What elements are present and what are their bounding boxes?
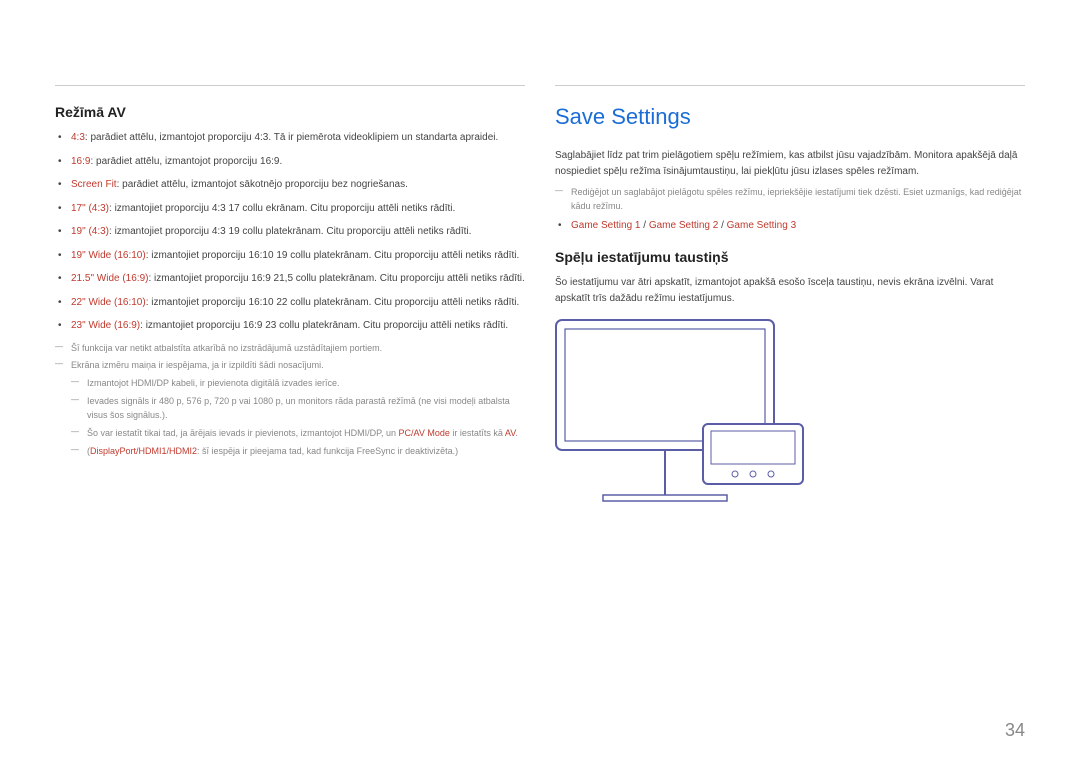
list-item: 17" (4:3): izmantojiet proporciju 4:3 17… — [55, 201, 525, 217]
list-item: 22" Wide (16:10): izmantojiet proporciju… — [55, 295, 525, 311]
item-label: 16:9 — [71, 156, 90, 167]
game-key-heading: Spēļu iestatījumu taustiņš — [555, 249, 1025, 265]
item-label: 21.5" Wide (16:9) — [71, 273, 148, 284]
item-label: 22" Wide (16:10) — [71, 297, 146, 308]
footnote: Šī funkcija var netikt atbalstīta atkarī… — [55, 342, 525, 356]
item-desc: : izmantojiet proporciju 4:3 17 collu ek… — [109, 203, 455, 214]
footnote: Ekrāna izmēru maiņa ir iespējama, ja ir … — [55, 359, 525, 373]
item-desc: : izmantojiet proporciju 4:3 19 collu pl… — [109, 226, 471, 237]
list-item: 19" (4:3): izmantojiet proporciju 4:3 19… — [55, 224, 525, 240]
item-desc: : parādiet attēlu, izmantojot proporciju… — [90, 156, 282, 167]
item-desc: : izmantojiet proporciju 16:10 22 collu … — [146, 297, 520, 308]
item-desc: : parādiet attēlu, izmantojot sākotnējo … — [117, 179, 408, 190]
item-desc: : parādiet attēlu, izmantojot proporciju… — [85, 132, 498, 143]
list-item: Game Setting 1 / Game Setting 2 / Game S… — [555, 218, 1025, 234]
footnote: Rediģējot un saglabājot pielāgotu spēles… — [555, 186, 1025, 214]
save-settings-title: Save Settings — [555, 104, 1025, 130]
game-settings-list: Game Setting 1 / Game Setting 2 / Game S… — [555, 218, 1025, 234]
game-setting-1: Game Setting 1 — [571, 220, 640, 231]
item-label: 19" Wide (16:10) — [71, 250, 146, 261]
av-mode-heading: Režīmā AV — [55, 104, 525, 120]
item-desc: : izmantojiet proporciju 16:10 19 collu … — [146, 250, 520, 261]
item-desc: : izmantojiet proporciju 16:9 23 collu p… — [140, 320, 508, 331]
game-key-description: Šo iestatījumu var ātri apskatīt, izmant… — [555, 275, 1025, 307]
save-settings-description: Saglabājiet līdz pat trim pielāgotiem sp… — [555, 148, 1025, 180]
footnote: Izmantojot HDMI/DP kabeli, ir pievienota… — [71, 377, 525, 391]
list-item: 4:3: parādiet attēlu, izmantojot proporc… — [55, 130, 525, 146]
list-item: 23" Wide (16:9): izmantojiet proporciju … — [55, 318, 525, 334]
list-item: Screen Fit: parādiet attēlu, izmantojot … — [55, 177, 525, 193]
footnote: Ievades signāls ir 480 p, 576 p, 720 p v… — [71, 395, 525, 423]
list-item: 16:9: parādiet attēlu, izmantojot propor… — [55, 154, 525, 170]
item-label: 4:3 — [71, 132, 85, 143]
item-desc: : izmantojiet proporciju 16:9 21,5 collu… — [148, 273, 524, 284]
list-item: 21.5" Wide (16:9): izmantojiet proporcij… — [55, 271, 525, 287]
footnote: (DisplayPort/HDMI1/HDMI2: šī iespēja ir … — [71, 445, 525, 459]
item-label: 19" (4:3) — [71, 226, 109, 237]
av-mode-list: 4:3: parādiet attēlu, izmantojot proporc… — [55, 130, 525, 334]
game-setting-2: Game Setting 2 — [649, 220, 718, 231]
list-item: 19" Wide (16:10): izmantojiet proporciju… — [55, 248, 525, 264]
item-label: 23" Wide (16:9) — [71, 320, 140, 331]
monitor-illustration — [555, 319, 1025, 519]
item-label: Screen Fit — [71, 179, 117, 190]
item-label: 17" (4:3) — [71, 203, 109, 214]
footnote: Šo var iestatīt tikai tad, ja ārējais ie… — [71, 427, 525, 441]
page-number: 34 — [1005, 720, 1025, 741]
game-setting-3: Game Setting 3 — [727, 220, 796, 231]
